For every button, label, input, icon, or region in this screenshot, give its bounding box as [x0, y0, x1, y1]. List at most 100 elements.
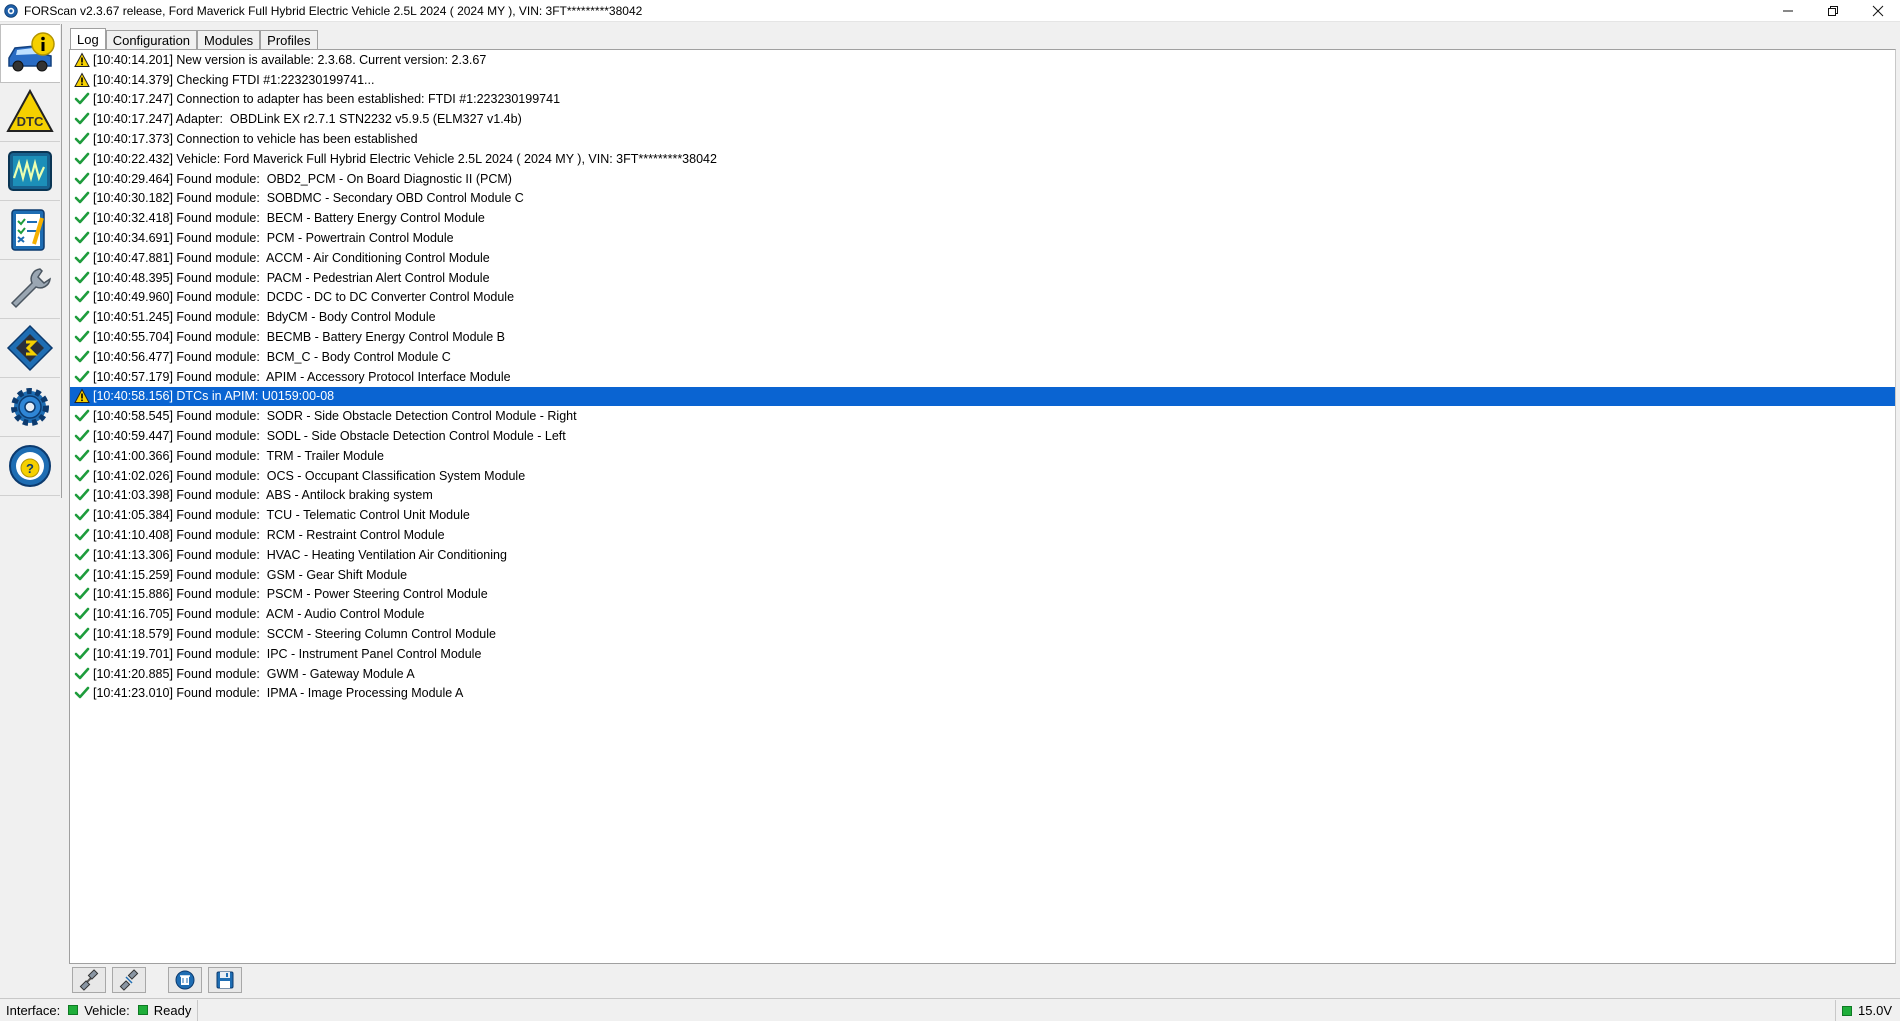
checkmark-icon [74, 230, 90, 246]
minimize-button[interactable] [1765, 0, 1810, 22]
log-line[interactable]: [10:41:16.705] Found module: ACM - Audio… [70, 604, 1895, 624]
tab-log[interactable]: Log [70, 28, 106, 50]
vehicle-label: Vehicle: [84, 1002, 130, 1018]
connect-button[interactable] [72, 967, 106, 993]
sidebar-item-settings[interactable] [0, 378, 60, 437]
log-line[interactable]: [10:40:34.691] Found module: PCM - Power… [70, 228, 1895, 248]
interface-led-icon [68, 1005, 79, 1015]
clear-log-button[interactable] [168, 967, 202, 993]
log-line[interactable]: [10:40:56.477] Found module: BCM_C - Bod… [70, 347, 1895, 367]
log-line[interactable]: [10:41:15.259] Found module: GSM - Gear … [70, 565, 1895, 585]
log-line-text: [10:40:17.247] Connection to adapter has… [93, 92, 561, 107]
warning-icon [74, 72, 90, 88]
sidebar-item-oscilloscope[interactable] [0, 142, 60, 201]
checkmark-icon [74, 349, 90, 365]
tab-modules[interactable]: Modules [197, 30, 261, 50]
log-line[interactable]: [10:40:17.373] Connection to vehicle has… [70, 129, 1895, 149]
checkmark-icon [74, 527, 90, 543]
checkmark-icon [74, 289, 90, 305]
log-list[interactable]: [10:40:14.201] New version is available:… [69, 49, 1896, 964]
log-line-text: [10:41:15.259] Found module: GSM - Gear … [93, 567, 408, 582]
log-line[interactable]: [10:40:55.704] Found module: BECMB - Bat… [70, 327, 1895, 347]
sidebar-item-configuration[interactable] [0, 319, 60, 378]
checkmark-icon [74, 171, 90, 187]
tab-profiles[interactable]: Profiles [260, 30, 318, 50]
status-state: Ready [153, 1002, 192, 1018]
log-line[interactable]: [10:41:13.306] Found module: HVAC - Heat… [70, 545, 1895, 565]
log-line[interactable]: [10:41:20.885] Found module: GWM - Gatew… [70, 664, 1895, 684]
log-line[interactable]: [10:40:14.201] New version is available:… [70, 50, 1895, 70]
wrench-icon [10, 268, 51, 309]
log-line-text: [10:41:05.384] Found module: TCU - Telem… [93, 508, 470, 523]
sidebar-item-help[interactable]: ? [0, 437, 60, 496]
checkmark-icon [74, 487, 90, 503]
log-line-text: [10:40:22.432] Vehicle: Ford Maverick Fu… [93, 151, 717, 166]
log-line-text: [10:41:15.886] Found module: PSCM - Powe… [93, 587, 488, 602]
svg-text:?: ? [26, 461, 34, 476]
log-line[interactable]: [10:40:17.247] Connection to adapter has… [70, 90, 1895, 110]
log-line[interactable]: [10:41:19.701] Found module: IPC - Instr… [70, 644, 1895, 664]
sidebar-item-service[interactable] [0, 260, 60, 319]
clear-log-icon [175, 970, 195, 990]
log-line[interactable]: [10:41:02.026] Found module: OCS - Occup… [70, 466, 1895, 486]
log-line[interactable]: [10:41:10.408] Found module: RCM - Restr… [70, 525, 1895, 545]
checklist-icon [11, 209, 45, 251]
checkmark-icon [74, 606, 90, 622]
log-line-text: [10:40:49.960] Found module: DCDC - DC t… [93, 290, 515, 305]
voltage-led-icon [1842, 1005, 1853, 1016]
log-line[interactable]: [10:41:00.366] Found module: TRM - Trail… [70, 446, 1895, 466]
sidebar-item-tests[interactable] [0, 201, 60, 260]
bottom-toolbar [72, 967, 242, 995]
log-line[interactable]: [10:41:18.579] Found module: SCCM - Stee… [70, 624, 1895, 644]
log-line[interactable]: [10:41:23.010] Found module: IPMA - Imag… [70, 684, 1895, 704]
interface-label: Interface: [6, 1002, 61, 1018]
status-bar: Interface: Vehicle: Ready 15.0V [0, 998, 1900, 1021]
sidebar-item-vehicle-info[interactable] [0, 24, 60, 83]
log-line[interactable]: [10:41:15.886] Found module: PSCM - Powe… [70, 585, 1895, 605]
restore-button[interactable] [1810, 0, 1855, 22]
log-line[interactable]: [10:40:32.418] Found module: BECM - Batt… [70, 208, 1895, 228]
log-line[interactable]: [10:40:22.432] Vehicle: Ford Maverick Fu… [70, 149, 1895, 169]
tab-configuration[interactable]: Configuration [105, 30, 198, 50]
vehicle-led-icon [137, 1005, 148, 1015]
log-line-text: [10:41:16.705] Found module: ACM - Audio… [93, 607, 425, 622]
log-line[interactable]: [10:40:59.447] Found module: SODL - Side… [70, 426, 1895, 446]
log-line[interactable]: [10:40:57.179] Found module: APIM - Acce… [70, 367, 1895, 387]
log-line[interactable]: [10:40:51.245] Found module: BdyCM - Bod… [70, 307, 1895, 327]
disconnect-button[interactable] [112, 967, 146, 993]
log-line[interactable]: [10:40:17.247] Adapter: OBDLink EX r2.7.… [70, 109, 1895, 129]
checkmark-icon [74, 91, 90, 107]
checkmark-icon [74, 369, 90, 385]
log-line[interactable]: [10:40:49.960] Found module: DCDC - DC t… [70, 288, 1895, 308]
log-line[interactable]: [10:40:58.156] DTCs in APIM: U0159:00-08 [70, 386, 1895, 407]
checkmark-icon [74, 329, 90, 345]
checkmark-icon [74, 190, 90, 206]
svg-text:DTC: DTC [17, 114, 44, 129]
log-line-text: [10:40:58.156] DTCs in APIM: U0159:00-08 [93, 389, 335, 404]
chip-icon [6, 324, 54, 372]
title-bar: FORScan v2.3.67 release, Ford Maverick F… [0, 0, 1900, 22]
restore-icon [1827, 6, 1838, 16]
checkmark-icon [74, 507, 90, 523]
log-line[interactable]: [10:40:30.182] Found module: SOBDMC - Se… [70, 189, 1895, 209]
log-line[interactable]: [10:41:03.398] Found module: ABS - Antil… [70, 486, 1895, 506]
checkmark-icon [74, 428, 90, 444]
log-line-text: [10:40:34.691] Found module: PCM - Power… [93, 231, 454, 246]
checkmark-icon [74, 151, 90, 167]
log-line[interactable]: [10:40:14.379] Checking FTDI #1:22323019… [70, 70, 1895, 90]
save-log-button[interactable] [208, 967, 242, 993]
sidebar-item-dtc[interactable]: DTC [0, 83, 60, 142]
warning-icon [74, 52, 90, 68]
log-line-text: [10:40:58.545] Found module: SODR - Side… [93, 409, 577, 424]
close-button[interactable] [1855, 0, 1900, 22]
log-line[interactable]: [10:40:48.395] Found module: PACM - Pede… [70, 268, 1895, 288]
log-line[interactable]: [10:40:29.464] Found module: OBD2_PCM - … [70, 169, 1895, 189]
log-line[interactable]: [10:40:58.545] Found module: SODR - Side… [70, 406, 1895, 426]
checkmark-icon [74, 111, 90, 127]
interface-status: Interface: Vehicle: Ready [0, 999, 199, 1021]
checkmark-icon [74, 547, 90, 563]
checkmark-icon [74, 626, 90, 642]
log-line[interactable]: [10:40:47.881] Found module: ACCM - Air … [70, 248, 1895, 268]
log-line-text: [10:40:47.881] Found module: ACCM - Air … [93, 250, 490, 265]
log-line[interactable]: [10:41:05.384] Found module: TCU - Telem… [70, 505, 1895, 525]
